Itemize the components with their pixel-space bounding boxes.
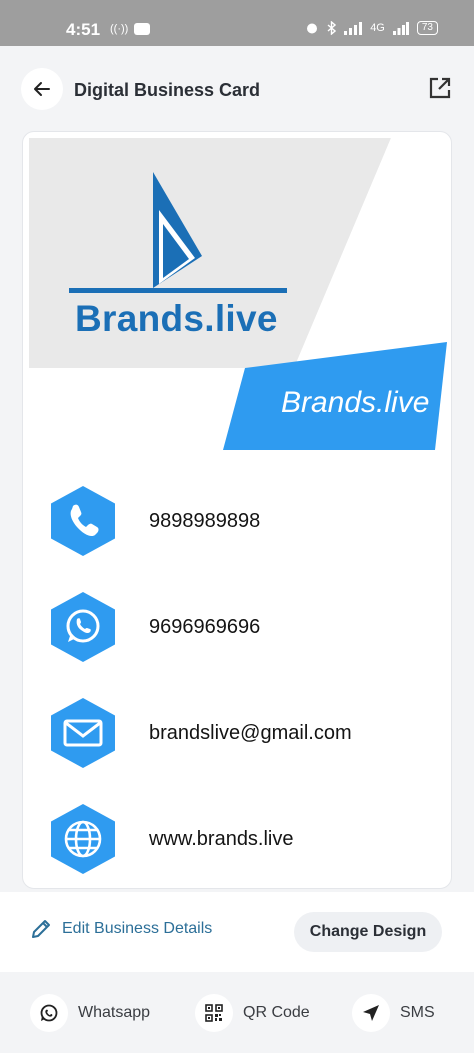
share-sms-label: SMS	[400, 1004, 435, 1021]
hotspot-icon: ((·))	[110, 23, 129, 35]
external-link-icon	[429, 77, 451, 99]
message-icon	[134, 23, 150, 35]
edit-business-details-button[interactable]: Edit Business Details	[30, 918, 212, 940]
website-url: www.brands.live	[149, 828, 294, 850]
brand-banner-text: Brands.live	[281, 386, 430, 419]
mail-icon	[51, 698, 115, 768]
qr-code-icon	[205, 1004, 223, 1022]
arrow-left-icon	[34, 82, 50, 96]
contact-row-website[interactable]: www.brands.live	[51, 804, 431, 874]
send-icon	[363, 1005, 379, 1021]
logo-underline	[69, 288, 287, 293]
open-external-button[interactable]	[428, 76, 452, 100]
share-qr-code-button[interactable]: QR Code	[195, 994, 310, 1032]
share-whatsapp-label: Whatsapp	[78, 1004, 151, 1021]
change-design-button[interactable]: Change Design	[294, 912, 442, 952]
alarm-icon	[307, 23, 318, 34]
signal-icon	[344, 21, 363, 35]
network-type: 4G	[370, 22, 385, 34]
share-whatsapp-button[interactable]: Whatsapp	[30, 994, 150, 1032]
share-sms-button[interactable]: SMS	[352, 994, 435, 1032]
share-qr-code-label: QR Code	[243, 1004, 310, 1021]
card-hero: Brands.live Brands.live	[29, 138, 447, 450]
contact-row-email[interactable]: brandslive@gmail.com	[51, 698, 431, 768]
whatsapp-icon	[40, 1004, 58, 1022]
signal-icon-2	[392, 21, 409, 35]
business-card: Brands.live Brands.live 9898989898 96969…	[22, 131, 452, 889]
status-time: 4:51	[66, 20, 101, 39]
contact-row-phone[interactable]: 9898989898	[51, 486, 431, 556]
email-address: brandslive@gmail.com	[149, 722, 352, 744]
globe-icon	[51, 804, 115, 874]
whatsapp-number: 9696969696	[149, 616, 261, 638]
app-header: Digital Business Card	[0, 46, 474, 130]
whatsapp-icon	[51, 592, 115, 662]
phone-icon	[51, 486, 115, 556]
battery-icon: 73	[416, 21, 438, 35]
back-button[interactable]	[21, 68, 63, 110]
phone-number: 9898989898	[149, 510, 261, 532]
pencil-icon	[32, 920, 50, 938]
card-actions: Edit Business Details Change Design	[0, 892, 474, 972]
share-bar: Whatsapp QR Code SMS	[0, 974, 474, 1053]
status-bar: 4:51 ((·)) 4G 73	[0, 0, 474, 46]
page-title: Digital Business Card	[74, 80, 261, 100]
bluetooth-icon	[327, 21, 337, 35]
brand-logo-text: Brands.live	[75, 298, 278, 339]
contact-row-whatsapp[interactable]: 9696969696	[51, 592, 431, 662]
edit-business-details-label: Edit Business Details	[62, 920, 213, 937]
